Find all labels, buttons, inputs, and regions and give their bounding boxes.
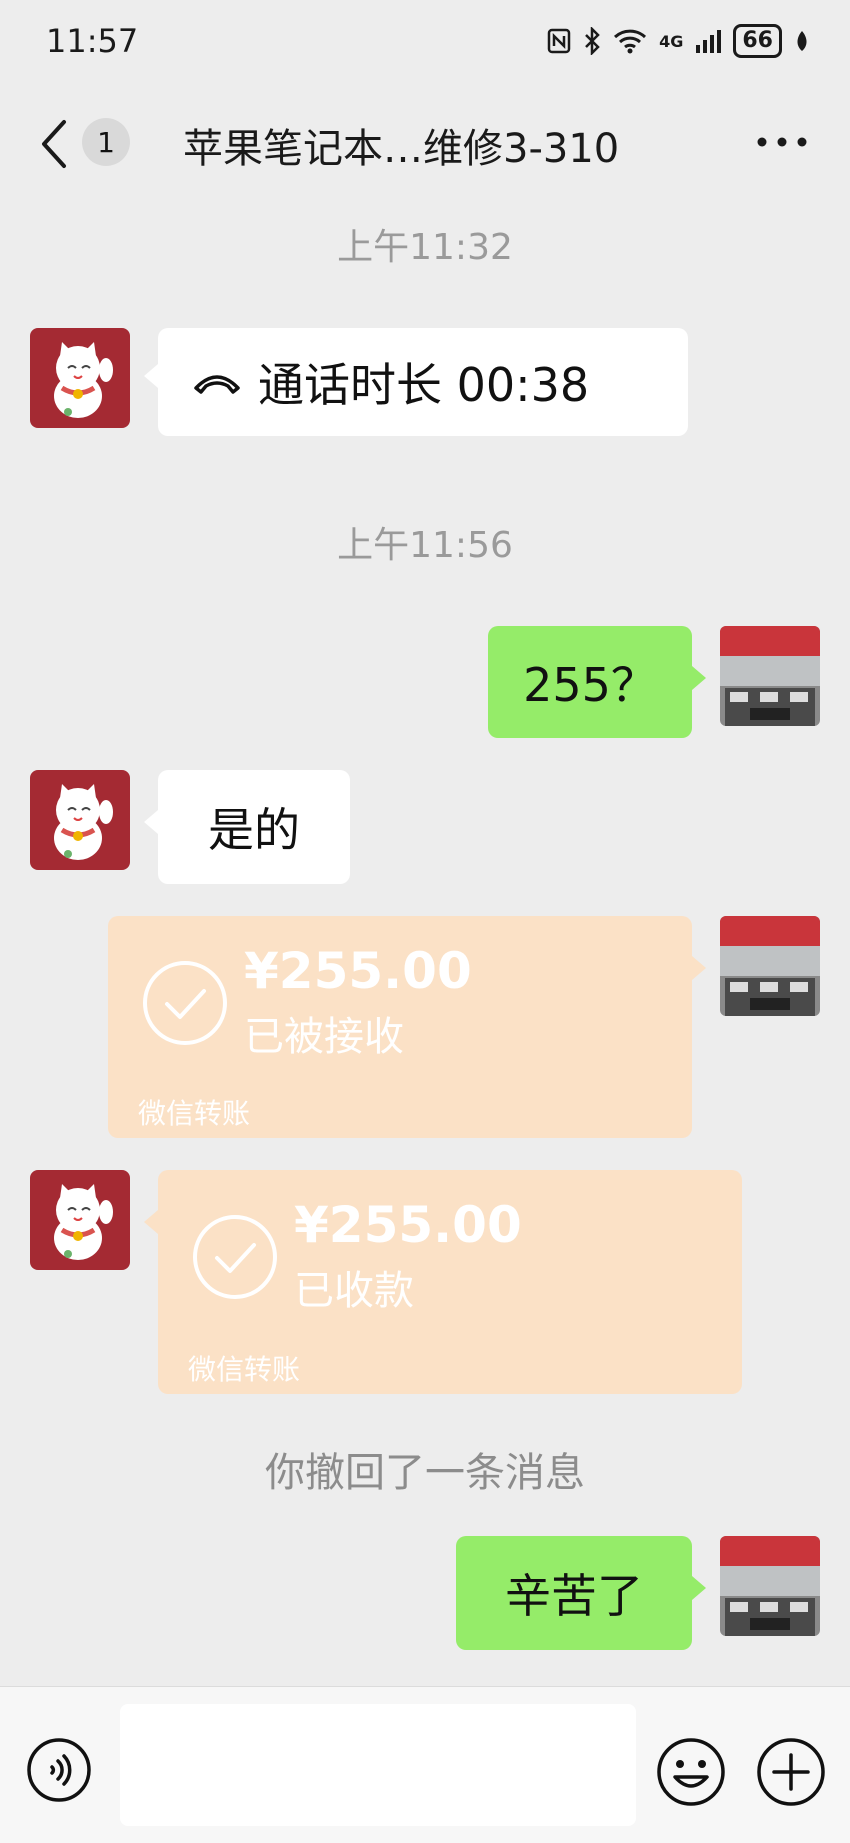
status-icons: 4G 66 (547, 24, 810, 58)
phone-hangup-icon (194, 375, 240, 394)
bluetooth-icon (585, 27, 600, 55)
lucky-cat-icon (54, 784, 113, 860)
store-photo-icon (720, 626, 820, 726)
message-input[interactable] (120, 1704, 636, 1826)
emoji-icon[interactable] (656, 1737, 726, 1807)
transfer-status: 已被接收 (244, 1014, 404, 1060)
wifi-icon (614, 29, 647, 54)
call-record-bubble[interactable]: 通话时长 00:38 (144, 328, 688, 436)
sent-message-bubble[interactable]: 255？ (488, 626, 706, 738)
received-message-bubble[interactable]: 是的 (144, 770, 350, 884)
check-circle-icon (193, 1215, 277, 1299)
my-avatar[interactable] (720, 916, 820, 1016)
call-duration-text: 通话时长 00:38 (258, 358, 590, 412)
network-type: 4G (659, 31, 684, 51)
sent-message-bubble[interactable]: 辛苦了 (456, 1536, 706, 1650)
message-text: 是的 (208, 803, 300, 857)
signal-icon (696, 30, 722, 53)
battery-indicator: 66 (733, 24, 782, 58)
timestamp-separator: 上午11:32 (337, 227, 513, 268)
transfer-label: 微信转账 (188, 1353, 301, 1386)
store-photo-icon (720, 916, 820, 1016)
unread-count-badge[interactable]: 1 (82, 118, 130, 166)
my-avatar[interactable] (720, 626, 820, 726)
contact-avatar[interactable] (30, 328, 130, 428)
status-time: 11:57 (46, 22, 139, 60)
message-text: 辛苦了 (505, 1569, 643, 1623)
voice-icon[interactable] (26, 1737, 92, 1803)
store-photo-icon (720, 1536, 820, 1636)
check-circle-icon (143, 961, 227, 1045)
contact-avatar[interactable] (30, 1170, 130, 1270)
lucky-cat-icon (54, 1184, 113, 1260)
leaf-icon (797, 31, 807, 51)
timestamp-separator: 上午11:56 (337, 525, 513, 566)
transfer-label: 微信转账 (138, 1097, 251, 1130)
lucky-cat-icon (54, 342, 113, 418)
message-text: 255？ (523, 658, 657, 712)
more-options-icon[interactable] (752, 132, 812, 152)
transfer-status: 已收款 (294, 1268, 414, 1314)
recall-notice: 你撤回了一条消息 (265, 1450, 585, 1496)
chat-title: 苹果笔记本…维修3-310 (183, 126, 620, 172)
back-icon[interactable] (36, 118, 76, 170)
my-avatar[interactable] (720, 1536, 820, 1636)
transfer-amount: ¥255.00 (244, 942, 472, 1000)
contact-avatar[interactable] (30, 770, 130, 870)
nfc-icon (547, 28, 571, 54)
transfer-card-received[interactable]: ¥255.00 已收款 微信转账 (144, 1170, 742, 1394)
transfer-card-sent[interactable]: ¥255.00 已被接收 微信转账 (108, 916, 706, 1138)
transfer-amount: ¥255.00 (294, 1196, 522, 1254)
plus-icon[interactable] (756, 1737, 826, 1807)
